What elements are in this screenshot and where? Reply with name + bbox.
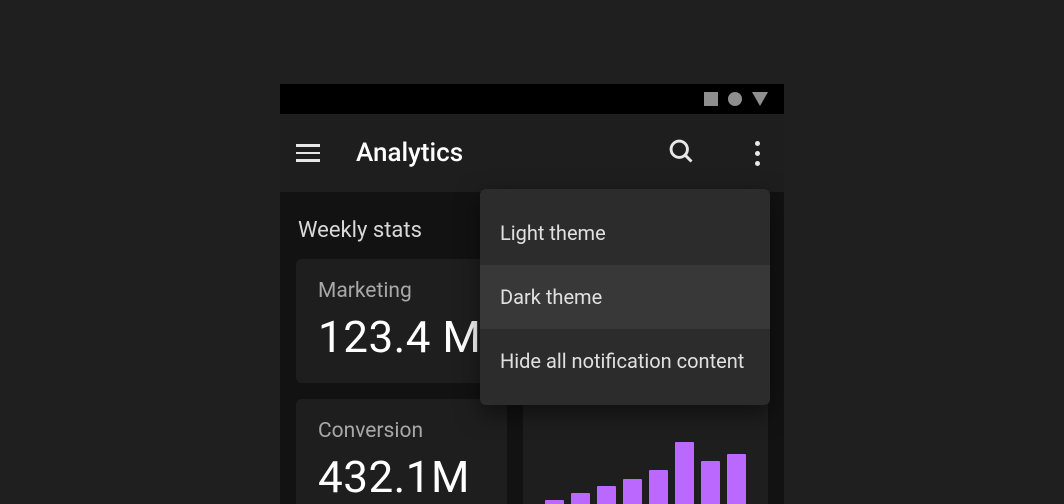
- chart-bar: [623, 479, 642, 504]
- card-value: 432.1M: [318, 451, 485, 503]
- status-square-icon: [704, 92, 718, 106]
- chart-bar: [545, 500, 564, 504]
- chart-bar: [675, 442, 694, 504]
- app-bar: Analytics: [280, 114, 784, 192]
- overflow-menu-icon[interactable]: [747, 137, 768, 170]
- chart-bar: [701, 461, 720, 504]
- menu-item[interactable]: Light theme: [480, 201, 770, 265]
- card-row: Conversion 432.1M: [296, 399, 768, 504]
- page-title: Analytics: [356, 138, 631, 168]
- chart-bar: [597, 486, 616, 504]
- chart-bar: [727, 454, 746, 504]
- conversion-card[interactable]: Conversion 432.1M: [296, 399, 507, 504]
- chart-bar: [571, 493, 590, 504]
- status-triangle-icon: [752, 92, 768, 106]
- status-bar: [280, 84, 784, 114]
- device-frame: Analytics Weekly stats Marketing 123.4 M…: [280, 84, 784, 504]
- overflow-menu: Light themeDark themeHide all notificati…: [480, 189, 770, 405]
- chart-bar: [649, 470, 668, 504]
- menu-item[interactable]: Hide all notification content: [480, 329, 770, 393]
- chart-card[interactable]: [523, 399, 768, 504]
- menu-item[interactable]: Dark theme: [480, 265, 770, 329]
- card-label: Conversion: [318, 419, 485, 443]
- status-circle-icon: [728, 92, 742, 106]
- hamburger-menu-icon[interactable]: [296, 142, 320, 164]
- search-icon[interactable]: [667, 137, 711, 169]
